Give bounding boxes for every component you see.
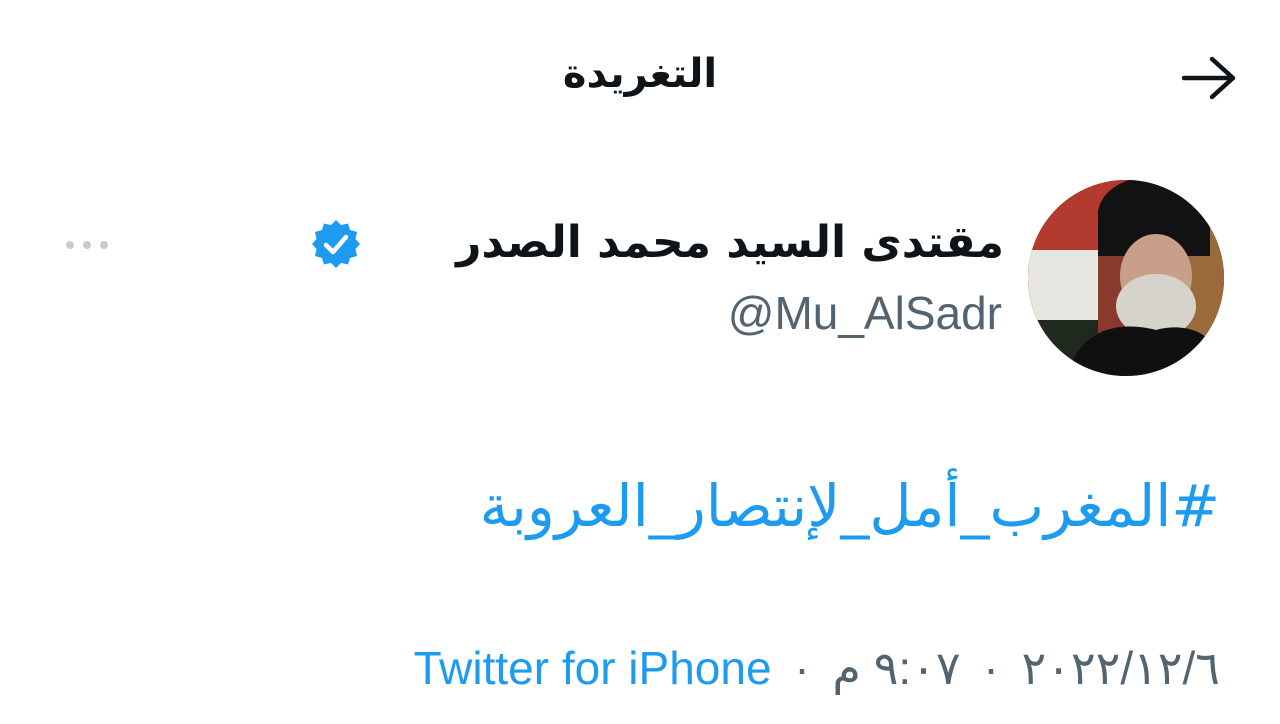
tweet-hashtag-link[interactable]: #المغرب_أمل_لإنتصار_العروبة <box>480 466 1220 546</box>
more-options-button[interactable] <box>58 226 116 264</box>
back-button[interactable] <box>1178 52 1240 104</box>
arrow-right-icon <box>1181 56 1236 100</box>
author-display-name[interactable]: مقتدى السيد محمد الصدر <box>456 208 1004 278</box>
avatar-photo <box>1028 180 1224 376</box>
page-title: التغريدة <box>562 51 718 97</box>
verified-badge <box>310 218 362 270</box>
avatar[interactable] <box>1028 180 1224 376</box>
tweet-time[interactable]: ٩:٠٧ م <box>832 642 960 694</box>
separator: · <box>983 642 999 694</box>
tweet-source-link[interactable]: Twitter for iPhone <box>414 642 772 694</box>
author-handle[interactable]: @Mu_AlSadr <box>728 282 1002 344</box>
tweet-date[interactable]: ٢٠٢٢/١٢/٦ <box>1021 642 1220 694</box>
tweet-meta: ٢٠٢٢/١٢/٦ · ٩:٠٧ م · Twitter for iPhone <box>414 632 1220 704</box>
tweet-detail-page: التغريدة مقتدى السيد محمد الصدر @Mu_AlSa… <box>0 0 1280 724</box>
separator: · <box>794 642 810 694</box>
verified-badge-icon <box>312 220 360 268</box>
more-options-icon <box>66 241 108 249</box>
